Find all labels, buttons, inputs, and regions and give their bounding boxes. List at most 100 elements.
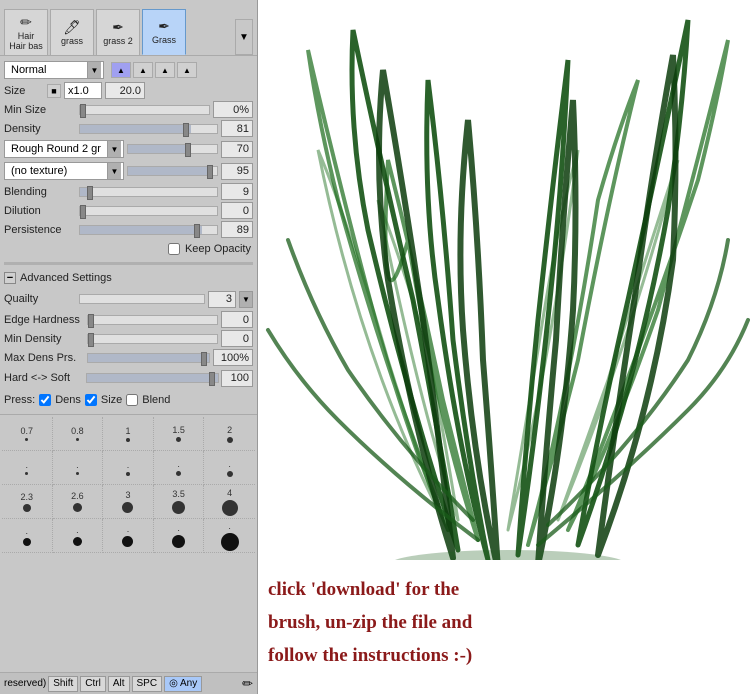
brush-size-cell[interactable]: 2 bbox=[204, 417, 255, 451]
min-density-value[interactable]: 0 bbox=[221, 330, 253, 347]
dilution-slider[interactable] bbox=[79, 206, 218, 216]
tab-hair[interactable]: ✏ HairHair bas bbox=[4, 9, 48, 55]
shape-btn-4[interactable]: ▲ bbox=[177, 62, 197, 78]
min-density-row: Min Density 0 bbox=[4, 330, 253, 347]
spc-btn[interactable]: SPC bbox=[132, 676, 163, 692]
bottom-bar: reserved) Shift Ctrl Alt SPC ◎ Any ✏ bbox=[0, 672, 257, 694]
brush-size-cell[interactable]: 0.8 bbox=[53, 417, 104, 451]
tab-grass-big[interactable]: ✒ Grass bbox=[142, 9, 186, 55]
brush-size-cell[interactable]: . bbox=[103, 519, 154, 553]
quality-dropdown-arrow[interactable]: ▼ bbox=[239, 291, 253, 308]
dilution-value[interactable]: 0 bbox=[221, 202, 253, 219]
brush-size-dot bbox=[25, 472, 28, 475]
blending-thumb[interactable] bbox=[87, 186, 93, 200]
ctrl-btn[interactable]: Ctrl bbox=[80, 676, 106, 692]
texture-slider[interactable] bbox=[127, 166, 218, 176]
press-dens-checkbox[interactable] bbox=[39, 394, 51, 406]
brush-size-dot bbox=[227, 471, 233, 477]
brush-size-dot bbox=[176, 437, 181, 442]
tab-grass2[interactable]: ✒ grass 2 bbox=[96, 9, 140, 55]
density-thumb[interactable] bbox=[183, 123, 189, 137]
shape-btn-2[interactable]: ▲ bbox=[133, 62, 153, 78]
persistence-fill bbox=[80, 226, 202, 234]
brush-size-cell[interactable]: 2.6 bbox=[53, 485, 104, 519]
texture-label: (no texture) bbox=[7, 165, 107, 177]
brush-size-cell[interactable]: 3 bbox=[103, 485, 154, 519]
brush-size-cell[interactable]: . bbox=[2, 519, 53, 553]
brush-size-cell[interactable]: 3.5 bbox=[154, 485, 205, 519]
brush-size-cell[interactable]: . bbox=[154, 519, 205, 553]
brush-size-dot bbox=[172, 501, 185, 514]
brush-shape-dropdown[interactable]: Rough Round 2 gr ▼ bbox=[4, 140, 124, 158]
grass2-brush-icon: ✒ bbox=[112, 19, 124, 36]
brush-tabs: ✏ HairHair bas 🖊 grass ✒ grass 2 ✒ Grass… bbox=[0, 0, 257, 56]
min-size-value[interactable]: 0% bbox=[213, 101, 253, 118]
brush-size-cell[interactable]: . bbox=[53, 451, 104, 485]
max-dens-prs-fill bbox=[88, 354, 209, 362]
brush-size-cell[interactable]: . bbox=[204, 519, 255, 553]
shape-btn-3[interactable]: ▲ bbox=[155, 62, 175, 78]
brush-size-cell[interactable]: . bbox=[2, 451, 53, 485]
dilution-row: Dilution 0 bbox=[4, 202, 253, 219]
min-density-thumb[interactable] bbox=[88, 333, 94, 347]
alt-btn[interactable]: Alt bbox=[108, 676, 130, 692]
quality-value[interactable]: 3 bbox=[208, 291, 236, 308]
edge-hardness-thumb[interactable] bbox=[88, 314, 94, 328]
brush-size-dot bbox=[73, 537, 82, 546]
tab-grass[interactable]: 🖊 grass bbox=[50, 9, 94, 55]
size-lock-btn[interactable]: ■ bbox=[47, 84, 61, 98]
edge-hardness-value[interactable]: 0 bbox=[221, 311, 253, 328]
max-dens-prs-value[interactable]: 100% bbox=[213, 349, 253, 366]
persistence-value[interactable]: 89 bbox=[221, 221, 253, 238]
quality-slider[interactable] bbox=[79, 294, 205, 304]
dilution-thumb[interactable] bbox=[80, 205, 86, 219]
tab-scroll-arrow[interactable]: ▼ bbox=[235, 19, 253, 55]
persistence-thumb[interactable] bbox=[194, 224, 200, 238]
brush-size-cell[interactable]: . bbox=[53, 519, 104, 553]
texture-thumb[interactable] bbox=[207, 165, 213, 179]
min-size-thumb[interactable] bbox=[80, 104, 86, 118]
texture-dropdown[interactable]: (no texture) ▼ bbox=[4, 162, 124, 180]
max-dens-prs-slider[interactable] bbox=[87, 353, 210, 363]
brush-size-cell[interactable]: 0.7 bbox=[2, 417, 53, 451]
size-value[interactable]: 20.0 bbox=[105, 82, 145, 99]
brush-size-cell[interactable]: 4 bbox=[204, 485, 255, 519]
brush-size-cell[interactable]: 1.5 bbox=[154, 417, 205, 451]
shift-btn[interactable]: Shift bbox=[48, 676, 78, 692]
brush-size-cell[interactable]: 2.3 bbox=[2, 485, 53, 519]
brush-size-cell[interactable]: 1 bbox=[103, 417, 154, 451]
hard-soft-thumb[interactable] bbox=[209, 372, 215, 386]
brush-size-grid: 0.70.811.52.....2.32.633.54..... bbox=[0, 414, 257, 672]
persistence-slider[interactable] bbox=[79, 225, 218, 235]
hard-soft-slider[interactable] bbox=[86, 373, 219, 383]
blend-mode-dropdown[interactable]: Normal ▼ bbox=[4, 61, 104, 79]
any-btn[interactable]: ◎ Any bbox=[164, 676, 202, 692]
brush-shape-value[interactable]: 70 bbox=[221, 141, 253, 158]
max-dens-prs-label: Max Dens Prs. bbox=[4, 352, 84, 364]
blending-slider[interactable] bbox=[79, 187, 218, 197]
brush-shape-slider[interactable] bbox=[127, 144, 218, 154]
density-value[interactable]: 81 bbox=[221, 120, 253, 137]
shape-btn-1[interactable]: ▲ bbox=[111, 62, 131, 78]
pencil-icon[interactable]: ✏ bbox=[242, 676, 253, 692]
texture-arrow: ▼ bbox=[107, 163, 121, 179]
max-dens-prs-thumb[interactable] bbox=[201, 352, 207, 366]
brush-size-cell[interactable]: . bbox=[154, 451, 205, 485]
blending-value[interactable]: 9 bbox=[221, 183, 253, 200]
min-density-slider[interactable] bbox=[87, 334, 218, 344]
density-slider[interactable] bbox=[79, 124, 218, 134]
brush-size-cell[interactable]: . bbox=[103, 451, 154, 485]
size-multiplier[interactable]: x1.0 bbox=[64, 82, 102, 99]
press-size-checkbox[interactable] bbox=[85, 394, 97, 406]
brush-shape-thumb[interactable] bbox=[185, 143, 191, 157]
press-blend-checkbox[interactable] bbox=[126, 394, 138, 406]
brush-size-cell[interactable]: . bbox=[204, 451, 255, 485]
advanced-settings-label: Advanced Settings bbox=[20, 272, 112, 284]
keep-opacity-checkbox[interactable] bbox=[168, 243, 180, 255]
advanced-settings-header[interactable]: − Advanced Settings bbox=[4, 269, 253, 287]
hard-soft-value[interactable]: 100 bbox=[221, 370, 253, 387]
brush-size-dot bbox=[176, 471, 181, 476]
min-size-slider[interactable] bbox=[79, 105, 210, 115]
advanced-collapse-btn[interactable]: − bbox=[4, 272, 16, 284]
edge-hardness-slider[interactable] bbox=[87, 315, 218, 325]
